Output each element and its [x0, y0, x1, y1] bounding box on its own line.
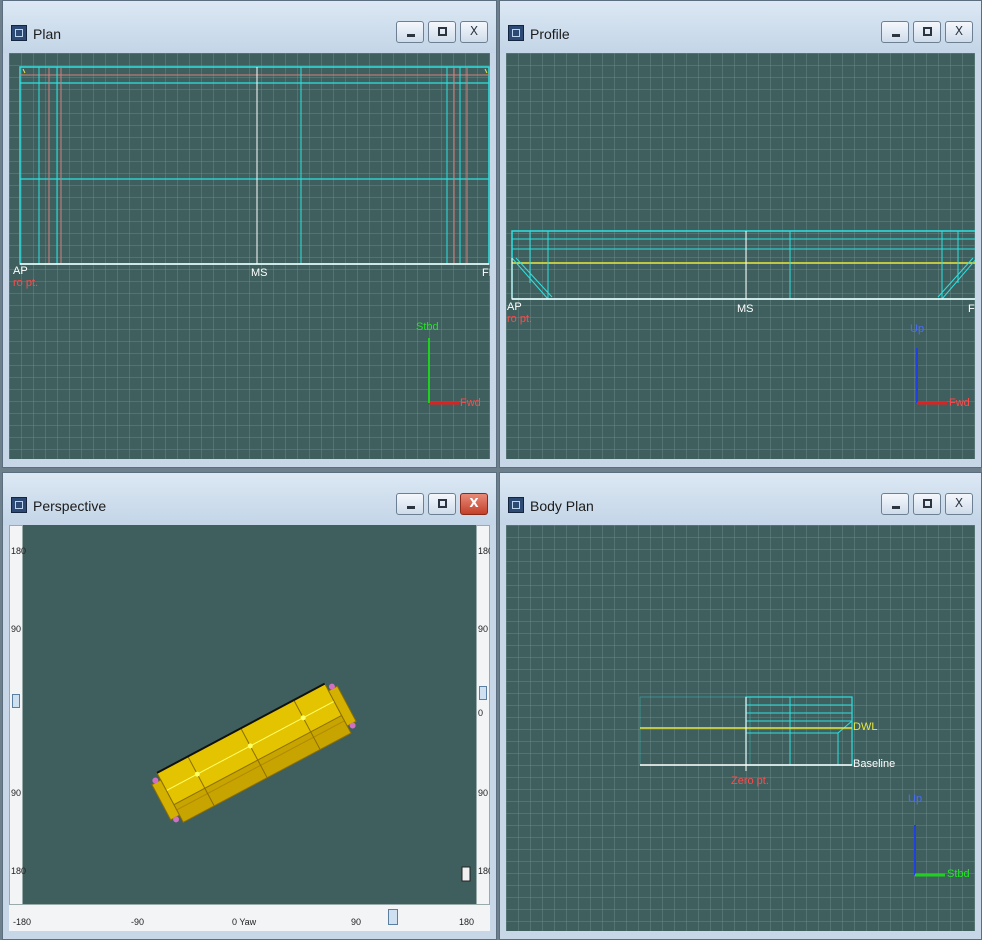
minimize-icon — [407, 506, 415, 509]
axis-fwd-label: Fwd — [460, 397, 481, 409]
dwl-label: DWL — [853, 721, 878, 733]
plan-viewport[interactable]: AP ro pt. MS FP Stbd Fwd — [9, 53, 490, 459]
ms-label: MS — [737, 303, 754, 315]
axis-up-label: Up — [910, 323, 925, 335]
maximize-icon — [923, 27, 932, 36]
baseline-label: Baseline — [853, 758, 896, 770]
yaw-slider-thumb[interactable] — [388, 909, 398, 925]
profile-drawing — [511, 230, 975, 405]
axis-fwd-label: Fwd — [949, 397, 970, 409]
window-title: Profile — [530, 26, 570, 42]
close-icon: X — [954, 24, 964, 38]
minimize-button[interactable] — [881, 493, 909, 515]
ms-label: MS — [251, 267, 268, 279]
window-title: Plan — [33, 26, 62, 42]
maximize-button[interactable] — [913, 21, 941, 43]
zero-point-label: Zero pt. — [731, 775, 769, 787]
ruler-tick-label: 180 — [459, 917, 475, 927]
app-icon — [508, 25, 524, 41]
body-plan-drawing — [639, 696, 945, 877]
ruler-tick-label: 180 — [11, 546, 27, 556]
minimize-icon — [892, 34, 900, 37]
window-title: Body Plan — [530, 498, 594, 514]
ruler-tick-label: 90 — [351, 917, 362, 927]
close-icon: X — [469, 496, 479, 510]
close-button[interactable]: X — [945, 493, 973, 515]
pitch-ruler-left[interactable]: 180 90 90 180 — [9, 525, 27, 905]
app-icon — [11, 497, 27, 513]
perspective-titlebar[interactable]: Perspective X — [3, 473, 496, 525]
ruler-tick-label: -180 — [13, 917, 32, 927]
maximize-button[interactable] — [428, 21, 456, 43]
ruler-tick-label: 180 — [11, 866, 27, 876]
axis-up-label: Up — [908, 793, 923, 805]
zero-point-label: ro pt. — [507, 313, 533, 325]
profile-viewport[interactable]: AP ro pt. MS FP Up Fwd — [506, 53, 975, 459]
close-button[interactable]: X — [945, 21, 973, 43]
ruler-tick-label: 180 — [478, 866, 490, 876]
ruler-tick-label: 90 — [478, 624, 489, 634]
profile-window[interactable]: Profile X AP ro pt. MS F Up Fwd — [499, 0, 982, 468]
ap-label: AP — [13, 265, 28, 277]
plan-drawing — [19, 66, 490, 405]
axis-stbd-label: Stbd — [416, 321, 439, 333]
maximize-button[interactable] — [913, 493, 941, 515]
app-icon — [11, 25, 27, 41]
axis-stbd-label: Stbd — [947, 868, 970, 880]
ap-label: AP — [507, 301, 522, 313]
body-plan-window[interactable]: Body Plan X DWL Baseline Zero pt. Up Stb… — [499, 472, 982, 940]
plan-window[interactable]: Plan X AP ro pt. MS F Stbd Fwd — [2, 0, 497, 468]
pitch-slider-thumb-left[interactable] — [12, 694, 20, 708]
close-icon: X — [469, 24, 479, 38]
perspective-window[interactable]: Perspective X 180 90 90 180 18 90 0 90 1… — [2, 472, 497, 940]
minimize-icon — [407, 34, 415, 37]
maximize-button[interactable] — [428, 493, 456, 515]
pitch-ruler-right[interactable]: 180 90 0 90 180 — [476, 525, 490, 905]
ruler-tick-label: -90 — [131, 917, 145, 927]
minimize-button[interactable] — [396, 21, 424, 43]
zero-point-label: ro pt. — [13, 277, 39, 289]
maximize-icon — [438, 27, 447, 36]
ruler-tick-label: 90 — [11, 624, 22, 634]
app-icon — [508, 497, 524, 513]
fp-label: FP — [968, 303, 975, 315]
fp-label: FP — [482, 267, 490, 279]
ruler-tick-label: 0 Yaw — [232, 917, 257, 927]
perspective-drawing — [151, 682, 471, 882]
close-button[interactable]: X — [460, 493, 488, 515]
minimize-button[interactable] — [881, 21, 909, 43]
window-title: Perspective — [33, 498, 107, 514]
close-button[interactable]: X — [460, 21, 488, 43]
ruler-tick-label: 90 — [11, 788, 22, 798]
perspective-viewport[interactable]: 180 90 90 180 180 90 0 90 180 -180 -90 0… — [9, 525, 490, 931]
ruler-tick-label: 90 — [478, 788, 489, 798]
ruler-tick-label: 180 — [478, 546, 490, 556]
body-plan-titlebar[interactable]: Body Plan X — [500, 473, 981, 525]
close-icon: X — [954, 496, 964, 510]
minimize-icon — [892, 506, 900, 509]
maximize-icon — [438, 499, 447, 508]
minimize-button[interactable] — [396, 493, 424, 515]
body-plan-viewport[interactable]: DWL Baseline Zero pt. Up Stbd — [506, 525, 975, 931]
maximize-icon — [923, 499, 932, 508]
yaw-ruler[interactable]: -180 -90 0 Yaw 90 180 — [9, 904, 490, 931]
profile-titlebar[interactable]: Profile X — [500, 1, 981, 53]
plan-titlebar[interactable]: Plan X — [3, 1, 496, 53]
pitch-slider-thumb-right[interactable] — [479, 686, 487, 700]
ruler-tick-label: 0 — [478, 708, 484, 718]
